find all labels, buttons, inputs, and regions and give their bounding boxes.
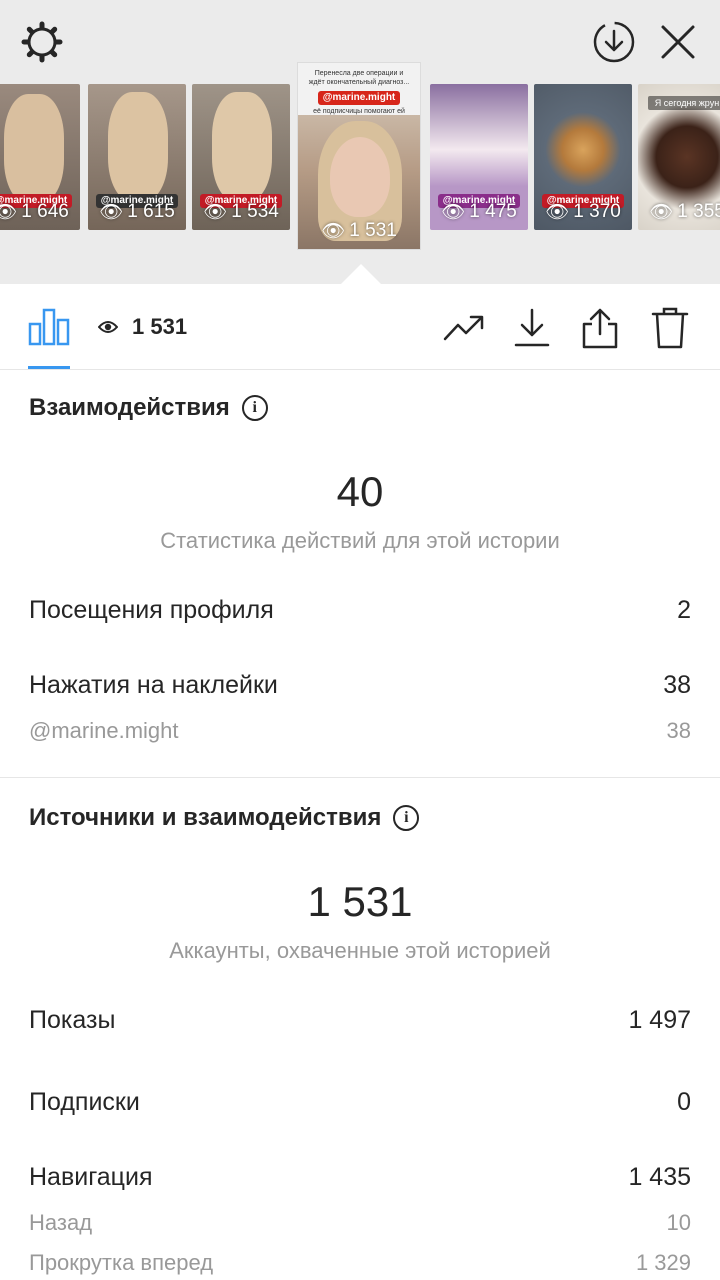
story-view-count: 👁 1 615 [99,201,175,223]
info-icon[interactable]: i [241,395,268,421]
stat-row-sticker-taps: Нажатия на наклейки 38 [29,671,691,699]
story-view-count: 👁 1 475 [441,201,517,223]
interactions-total: 40 [336,468,384,515]
section-divider [0,777,720,778]
sources-section-title: Источники и взаимодействия i [29,804,420,832]
eye-icon [97,320,119,339]
eye-icon: 👁 [0,202,18,223]
selection-pointer [341,264,381,284]
reach-subtitle: Аккаунты, охваченные этой историей [169,938,551,963]
stat-subrow-back: Назад 10 [29,1210,691,1235]
settings-gear-icon[interactable] [18,18,66,66]
info-icon[interactable]: i [393,805,420,831]
eye-icon: 👁 [99,202,124,223]
insights-toolbar: 1 531 [0,284,720,370]
story-caption: Я сегодня жрун [648,96,720,110]
story-thumbnail[interactable]: @marine.might 👁 1 534 [192,84,290,230]
download-icon[interactable] [510,306,554,350]
story-thumbnail[interactable]: @marine.might 👁 1 475 [430,84,528,230]
eye-icon: 👁 [441,202,466,223]
stat-row-navigation: Навигация 1 435 [29,1163,691,1191]
eye-icon: 👁 [545,202,570,223]
trending-icon[interactable] [442,306,486,350]
story-view-count: 👁 1 370 [545,201,621,223]
close-icon[interactable] [654,18,702,66]
story-mention-sticker: @marine.might [318,91,400,105]
views-count: 1 531 [132,314,188,339]
story-thumbnail[interactable]: Я сегодня жрун 👁 1 355 [638,84,720,230]
selected-story-thumbnail[interactable]: Перенесла две операции и ждёт окончатель… [297,62,421,250]
story-view-count: 👁 1 531 [321,220,397,242]
save-story-icon[interactable] [590,18,638,66]
delete-trash-icon[interactable] [648,306,692,350]
eye-icon: 👁 [649,202,674,223]
story-view-count: 👁 1 355 [649,201,720,223]
stat-row-impressions: Показы 1 497 [29,1006,691,1034]
stat-subrow-mention: @marine.might 38 [29,718,691,743]
story-caption: Перенесла две операции и ждёт окончатель… [308,70,410,86]
interactions-section-title: Взаимодействия i [29,394,268,422]
story-thumbnail[interactable]: @marine.might 👁 1 615 [88,84,186,230]
stat-row-profile-visits: Посещения профиля 2 [29,596,691,624]
share-icon[interactable] [578,306,622,350]
reach-total: 1 531 [307,878,413,925]
story-view-count: 👁 1 646 [0,200,80,224]
active-tab-indicator [28,366,70,369]
story-preview-header: @marine.might 👁 1 646 @marine.might 👁 1 61… [0,0,720,284]
story-thumbnail[interactable]: @marine.might 👁 1 370 [534,84,632,230]
interactions-subtitle: Статистика действий для этой истории [160,528,560,553]
stat-row-follows: Подписки 0 [29,1088,691,1116]
story-thumbnail[interactable]: @marine.might 👁 1 646 [0,84,80,230]
eye-icon: 👁 [203,202,228,223]
story-view-count: 👁 1 534 [203,201,279,223]
stat-subrow-forward: Прокрутка вперед 1 329 [29,1250,691,1275]
bar-chart-icon[interactable] [28,306,70,351]
eye-icon: 👁 [321,221,346,242]
